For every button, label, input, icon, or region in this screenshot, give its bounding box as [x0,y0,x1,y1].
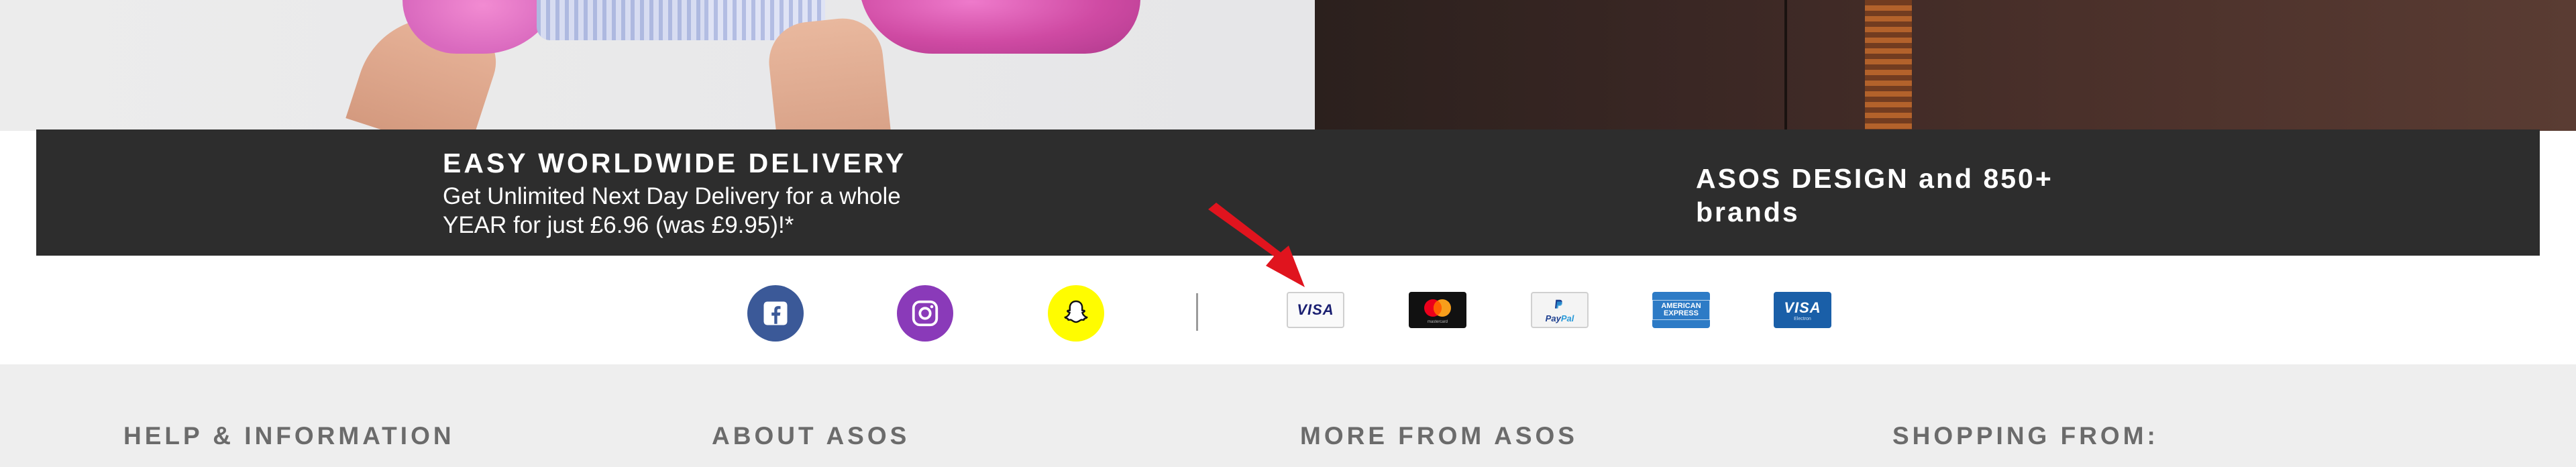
amex-label: AMERICAN EXPRESS [1652,300,1710,320]
divider [1196,293,1198,331]
footer-about-asos[interactable]: ABOUT ASOS [712,422,910,450]
hero-jacket-seam [1784,0,1787,131]
delivery-title: EASY WORLDWIDE DELIVERY [443,148,907,178]
hero-image [0,0,2576,131]
red-arrow-annotation [1208,203,1305,287]
visa-electron-mark: VISA Electron [1784,299,1821,321]
american-express-icon: AMERICAN EXPRESS [1652,292,1710,328]
visa-electron-sub: Electron [1794,316,1811,321]
delivery-subtitle: Get Unlimited Next Day Delivery for a wh… [443,183,901,238]
paypal-label-pay: Pay [1545,313,1561,323]
facebook-glyph [763,301,788,325]
paypal-label: PayPal [1546,313,1574,323]
snapchat-glyph [1064,300,1088,323]
hero-jacket-zipper [1865,0,1912,131]
footer-help-information[interactable]: HELP & INFORMATION [123,422,455,450]
hero-pink-fur [859,0,1140,54]
instagram-icon[interactable] [897,285,953,342]
instagram-glyph [912,300,938,327]
delivery-promo[interactable]: EASY WORLDWIDE DELIVERY Get Unlimited Ne… [443,147,1046,240]
mastercard-icon: mastercard [1409,292,1466,328]
hero-brown-jacket [1315,0,2576,131]
visa-label: VISA [1297,301,1334,318]
paypal-icon: PayPal [1531,292,1589,328]
hero-leg [765,14,892,131]
mastercard-circles: mastercard [1424,299,1451,324]
brands-promo[interactable]: ASOS DESIGN and 850+ brands [1696,162,2165,229]
visa-card-icon: VISA [1287,292,1344,328]
visa-electron-icon: VISA Electron [1774,292,1831,328]
footer: HELP & INFORMATION ABOUT ASOS MORE FROM … [0,364,2576,467]
facebook-icon[interactable] [747,285,804,342]
paypal-label-pal: Pal [1560,313,1574,323]
visa-electron-label: VISA [1784,299,1821,316]
paypal-p-glyph [1554,299,1562,309]
footer-more-from-asos[interactable]: MORE FROM ASOS [1300,422,1578,450]
snapchat-icon[interactable] [1048,285,1104,342]
footer-shopping-from[interactable]: SHOPPING FROM: [1892,422,2159,450]
mastercard-label: mastercard [1428,320,1448,324]
